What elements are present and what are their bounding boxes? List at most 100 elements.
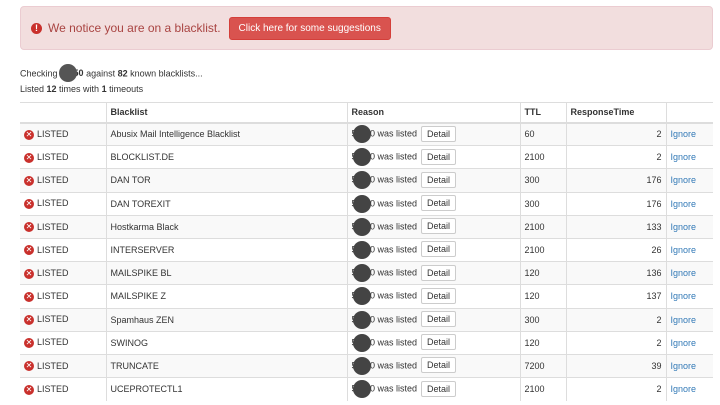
status-cell: ✕ LISTED [20,307,106,332]
blacklist-name: TRUNCATE [105,353,347,378]
ttl-cell: 300 [519,191,566,216]
redaction-mask [352,148,371,167]
response-time-cell: 133 [565,214,666,239]
status-text: LISTED [37,337,69,348]
ignore-link[interactable]: Ignore [671,199,697,209]
detail-button[interactable]: Detail [421,195,457,212]
response-time-cell: 136 [565,261,666,285]
ttl-cell: 7200 [519,353,566,378]
detail-button[interactable]: Detail [421,334,457,351]
suggestions-button[interactable]: Click here for some suggestions [228,16,391,40]
detail-button[interactable]: Detail [421,357,457,374]
detail-button[interactable]: Detail [421,218,457,235]
detail-button[interactable]: Detail [421,125,457,142]
redaction-mask [59,64,78,82]
reason-cell: 5.50 was listedDetail [346,377,520,401]
response-time-cell: 2 [565,121,666,146]
checking-line: Checking 5.50 against 82 known blacklist… [20,64,203,83]
reason-cell: 5.50 was listedDetail [346,353,520,378]
detail-button[interactable]: Detail [421,241,457,258]
table-body: ✕ LISTED Abusix Mail Intelligence Blacklis… [20,121,713,401]
column-header-status [20,102,106,124]
redaction-mask [352,333,371,352]
action-cell: Ignore [665,284,713,308]
x-circle-icon: ✕ [24,384,34,395]
reason-cell: 5.50 was listedDetail [346,284,520,308]
status-cell: ✕ LISTED [20,145,106,169]
blacklist-alert: ! We notice you are on a blacklist. Clic… [20,6,713,50]
x-circle-icon: ✕ [24,245,34,256]
ttl-cell: 300 [519,168,566,193]
table-row: ✕LISTEDBLOCKLIST.DE5.50 was listedDetail… [20,145,713,169]
status-text: LISTED [37,384,69,395]
ignore-link[interactable]: Ignore [671,384,697,394]
ignore-link[interactable]: Ignore [671,361,697,371]
status-text: LISTED [37,129,69,140]
detail-button[interactable]: Detail [421,171,457,188]
status-cell: ✕ LISTED [20,284,106,308]
detail-button[interactable]: Detail [421,148,457,165]
redaction-mask [352,217,371,236]
check-summary: Checking 5.50 against 82 known blacklist… [20,64,203,96]
table-row: ✕LISTEDMAILSPIKE BL5.50 was listedDetail… [20,261,713,285]
table-header-row: Blacklist Reason TTL ResponseTime [20,102,713,124]
ttl-cell: 2100 [519,237,566,262]
status-cell: ✕ LISTED [20,330,106,355]
response-time-cell: 2 [565,377,666,401]
ignore-link[interactable]: Ignore [671,245,697,255]
redaction-mask [352,171,371,190]
action-cell: Ignore [665,214,713,239]
table-row: ✕ LISTED Abusix Mail Intelligence Blacklis… [20,121,713,146]
detail-button[interactable]: Detail [421,310,457,327]
blacklist-name: Abusix Mail Intelligence Blacklist [105,121,347,146]
blacklist-name: UCEPROTECTL1 [105,377,347,401]
ignore-link[interactable]: Ignore [671,291,697,301]
ignore-link[interactable]: Ignore [671,338,697,348]
status-text: LISTED [37,198,69,209]
x-circle-icon: ✕ [24,314,34,325]
ttl-cell: 2100 [519,145,566,169]
status-cell: ✕ LISTED [20,353,106,378]
reason-cell: 5.50 was listedDetail [346,214,520,239]
table-row: ✕LISTEDDAN TOREXIT5.50 was listedDetail3… [20,191,713,216]
redaction-mask [352,264,371,283]
redaction-mask [352,194,371,213]
table-row: ✕LISTEDSWINOG5.50 was listedDetail1202Ig… [20,330,713,355]
ignore-link[interactable]: Ignore [671,268,697,278]
ignore-link[interactable]: Ignore [671,175,697,185]
status-cell: ✕ LISTED [20,377,106,401]
detail-button[interactable]: Detail [421,264,457,281]
redaction-mask [352,287,371,306]
status-cell: ✕ LISTED [20,261,106,285]
column-header-reason: Reason [346,102,520,124]
ignore-link[interactable]: Ignore [671,152,697,162]
detail-button[interactable]: Detail [421,287,457,304]
response-time-cell: 2 [565,330,666,355]
blacklist-name: SWINOG [105,330,347,355]
column-header-action [665,102,713,124]
reason-cell: 5.50 was listedDetail [346,330,520,355]
detail-button[interactable]: Detail [421,380,457,397]
x-circle-icon: ✕ [24,175,34,186]
ignore-link[interactable]: Ignore [671,222,697,232]
ignore-link[interactable]: Ignore [671,129,697,139]
action-cell: Ignore [665,353,713,378]
column-header-blacklist: Blacklist [105,102,347,124]
status-text: LISTED [37,175,69,186]
blacklist-name: DAN TOR [105,168,347,193]
x-circle-icon: ✕ [24,268,34,279]
response-time-cell: 2 [565,145,666,169]
blacklist-name: BLOCKLIST.DE [105,145,347,169]
x-circle-icon: ✕ [24,222,34,233]
table-row: ✕LISTEDINTERSERVER5.50 was listedDetail2… [20,237,713,262]
status-cell: ✕ LISTED [20,237,106,262]
redaction-mask [352,380,371,399]
x-circle-icon: ✕ [24,129,34,140]
response-time-cell: 26 [565,237,666,262]
reason-cell: 5.50 was listedDetail [346,261,520,285]
table-row: ✕LISTEDHostkarma Black5.50 was listedDet… [20,214,713,239]
ignore-link[interactable]: Ignore [671,315,697,325]
action-cell: Ignore [665,145,713,169]
blacklist-name: INTERSERVER [105,237,347,262]
status-cell: ✕ LISTED [20,168,106,193]
